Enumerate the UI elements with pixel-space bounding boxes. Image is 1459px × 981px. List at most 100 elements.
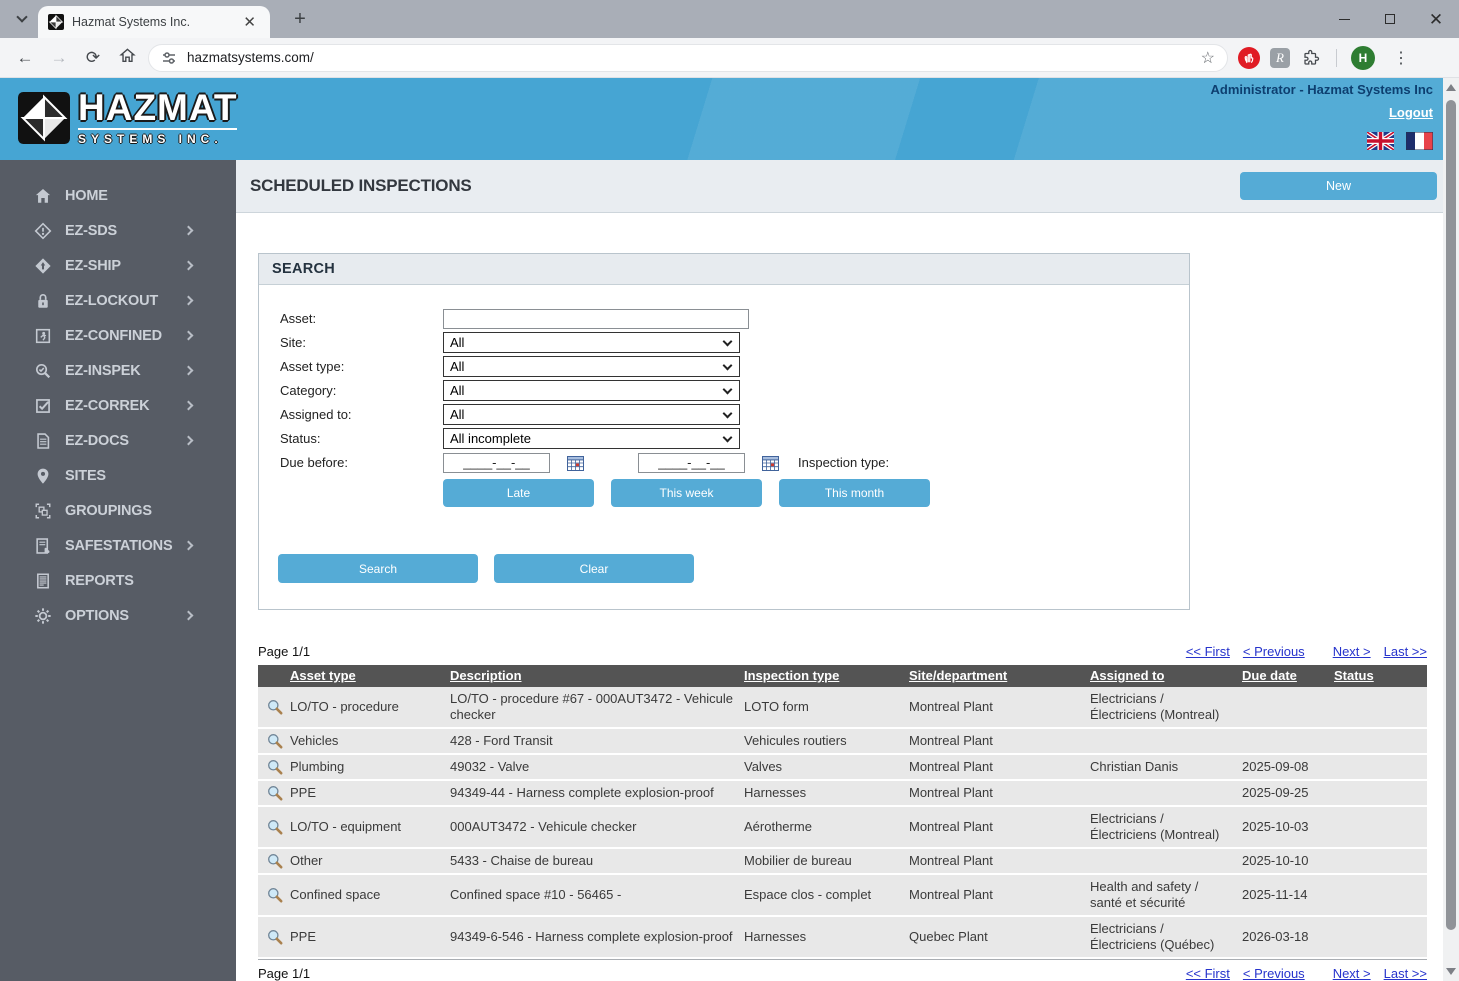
search-panel: SEARCH Asset: Site: All xyxy=(258,253,1190,610)
url-bar[interactable]: hazmatsystems.com/ ☆ xyxy=(148,44,1228,72)
col-inspection-type[interactable]: Inspection type xyxy=(744,665,909,687)
table-row[interactable]: Confined spaceConfined space #10 - 56465… xyxy=(258,875,1427,917)
cell-site-department: Montreal Plant xyxy=(909,781,1090,805)
window-close-button[interactable]: ✕ xyxy=(1413,0,1459,38)
browser-tabstrip: Hazmat Systems Inc. ✕ + ✕ xyxy=(0,0,1459,38)
sidebar-item-home[interactable]: HOME xyxy=(0,178,236,213)
table-row[interactable]: PPE94349-6-546 - Harness complete explos… xyxy=(258,917,1427,959)
sidebar-item-ez-lockout[interactable]: EZ-LOCKOUT xyxy=(0,283,236,318)
back-button[interactable]: ← xyxy=(8,48,42,68)
calendar-icon[interactable] xyxy=(567,455,584,471)
cell-assigned-to xyxy=(1090,737,1242,745)
asset-input[interactable] xyxy=(443,309,749,329)
sidebar-item-ez-correk[interactable]: EZ-CORREK xyxy=(0,388,236,423)
adblock-hand-extension-icon[interactable] xyxy=(1238,47,1260,69)
window-minimize-button[interactable] xyxy=(1321,0,1367,38)
logout-link[interactable]: Logout xyxy=(1389,105,1433,120)
table-row[interactable]: Other5433 - Chaise de bureauMobilier de … xyxy=(258,849,1427,875)
sidebar-item-label: EZ-CONFINED xyxy=(65,328,185,344)
last-page-link[interactable]: Last >> xyxy=(1384,644,1427,659)
col-asset-type[interactable]: Asset type xyxy=(290,665,450,687)
french-flag-icon[interactable] xyxy=(1406,132,1433,150)
chevron-down-icon xyxy=(723,336,733,346)
table-row[interactable]: LO/TO - equipment000AUT3472 - Vehicule c… xyxy=(258,807,1427,849)
magnifier-icon[interactable] xyxy=(266,886,284,904)
calendar-icon[interactable] xyxy=(762,455,779,471)
previous-page-link[interactable]: < Previous xyxy=(1243,644,1305,659)
browser-tab[interactable]: Hazmat Systems Inc. ✕ xyxy=(38,6,270,38)
gear-icon xyxy=(34,607,52,625)
col-due-date[interactable]: Due date xyxy=(1242,665,1334,687)
category-label: Category: xyxy=(280,383,443,398)
magnifier-icon[interactable] xyxy=(266,698,284,716)
this-week-filter-button[interactable]: This week xyxy=(611,479,762,507)
magnifier-icon[interactable] xyxy=(266,784,284,802)
this-month-filter-button[interactable]: This month xyxy=(779,479,930,507)
tab-close-icon[interactable]: ✕ xyxy=(239,13,260,32)
status-select[interactable]: All incomplete xyxy=(443,428,740,449)
next-page-link[interactable]: Next > xyxy=(1333,644,1371,659)
sidebar-item-ez-inspek[interactable]: EZ-INSPEK xyxy=(0,353,236,388)
site-settings-icon[interactable] xyxy=(161,50,177,66)
due-before-from-input[interactable] xyxy=(443,453,550,473)
english-flag-icon[interactable] xyxy=(1367,132,1394,150)
chevron-right-icon xyxy=(184,226,194,236)
sidebar-item-groupings[interactable]: GROUPINGS xyxy=(0,493,236,528)
previous-page-link[interactable]: < Previous xyxy=(1243,966,1305,981)
magnifier-icon[interactable] xyxy=(266,758,284,776)
table-row[interactable]: PPE94349-44 - Harness complete explosion… xyxy=(258,781,1427,807)
magnifier-icon[interactable] xyxy=(266,732,284,750)
cell-status xyxy=(1334,789,1427,797)
r-extension-icon[interactable]: R xyxy=(1270,48,1290,68)
sidebar-item-ez-ship[interactable]: EZ-SHIP xyxy=(0,248,236,283)
first-page-link[interactable]: << First xyxy=(1186,644,1230,659)
asset-type-select[interactable]: All xyxy=(443,356,740,377)
magnifier-icon[interactable] xyxy=(266,818,284,836)
window-maximize-button[interactable] xyxy=(1367,0,1413,38)
next-page-link[interactable]: Next > xyxy=(1333,966,1371,981)
sidebar-item-sites[interactable]: SITES xyxy=(0,458,236,493)
forward-button[interactable]: → xyxy=(42,48,76,68)
scrollbar-down-icon[interactable] xyxy=(1446,968,1456,975)
col-assigned-to[interactable]: Assigned to xyxy=(1090,665,1242,687)
site-select[interactable]: All xyxy=(443,332,740,353)
sidebar-item-options[interactable]: OPTIONS xyxy=(0,598,236,633)
page-scrollbar[interactable] xyxy=(1443,78,1459,981)
sidebar-item-safestations[interactable]: SAFESTATIONS xyxy=(0,528,236,563)
assigned-to-select[interactable]: All xyxy=(443,404,740,425)
browser-menu-icon[interactable]: ⋮ xyxy=(1385,48,1421,68)
tab-search-chevron-icon[interactable] xyxy=(10,7,34,31)
first-page-link[interactable]: << First xyxy=(1186,966,1230,981)
sidebar-item-ez-docs[interactable]: EZ-DOCS xyxy=(0,423,236,458)
table-row[interactable]: Plumbing49032 - ValveValvesMontreal Plan… xyxy=(258,755,1427,781)
sidebar-item-ez-sds[interactable]: EZ-SDS xyxy=(0,213,236,248)
clear-button[interactable]: Clear xyxy=(494,554,694,583)
due-before-to-input[interactable] xyxy=(638,453,745,473)
table-row[interactable]: LO/TO - procedureLO/TO - procedure #67 -… xyxy=(258,687,1427,729)
magnifier-icon[interactable] xyxy=(266,928,284,946)
new-inspection-button[interactable]: New xyxy=(1240,172,1437,200)
reload-button[interactable]: ⟳ xyxy=(76,48,110,68)
cell-assigned-to: Electricians / Électriciens (Québec) xyxy=(1090,917,1242,957)
scrollbar-thumb[interactable] xyxy=(1446,100,1456,930)
sidebar-item-reports[interactable]: REPORTS xyxy=(0,563,236,598)
bookmark-star-icon[interactable]: ☆ xyxy=(1201,48,1215,68)
col-description[interactable]: Description xyxy=(450,665,744,687)
late-filter-button[interactable]: Late xyxy=(443,479,594,507)
col-site-department[interactable]: Site/department xyxy=(909,665,1090,687)
scrollbar-up-icon[interactable] xyxy=(1446,84,1456,91)
search-button[interactable]: Search xyxy=(278,554,478,583)
brand-subtitle: SYSTEMS INC. xyxy=(78,128,237,146)
category-select[interactable]: All xyxy=(443,380,740,401)
extensions-puzzle-icon[interactable] xyxy=(1300,47,1322,69)
last-page-link[interactable]: Last >> xyxy=(1384,966,1427,981)
cell-due-date xyxy=(1242,737,1334,745)
magnifier-icon[interactable] xyxy=(266,852,284,870)
home-button[interactable] xyxy=(110,47,144,69)
table-row[interactable]: Vehicles428 - Ford TransitVehicules rout… xyxy=(258,729,1427,755)
new-tab-button[interactable]: + xyxy=(288,8,312,31)
url-text[interactable]: hazmatsystems.com/ xyxy=(187,50,1191,65)
profile-avatar[interactable]: H xyxy=(1351,46,1375,70)
sidebar-item-ez-confined[interactable]: EZ-CONFINED xyxy=(0,318,236,353)
col-status[interactable]: Status xyxy=(1334,665,1427,687)
